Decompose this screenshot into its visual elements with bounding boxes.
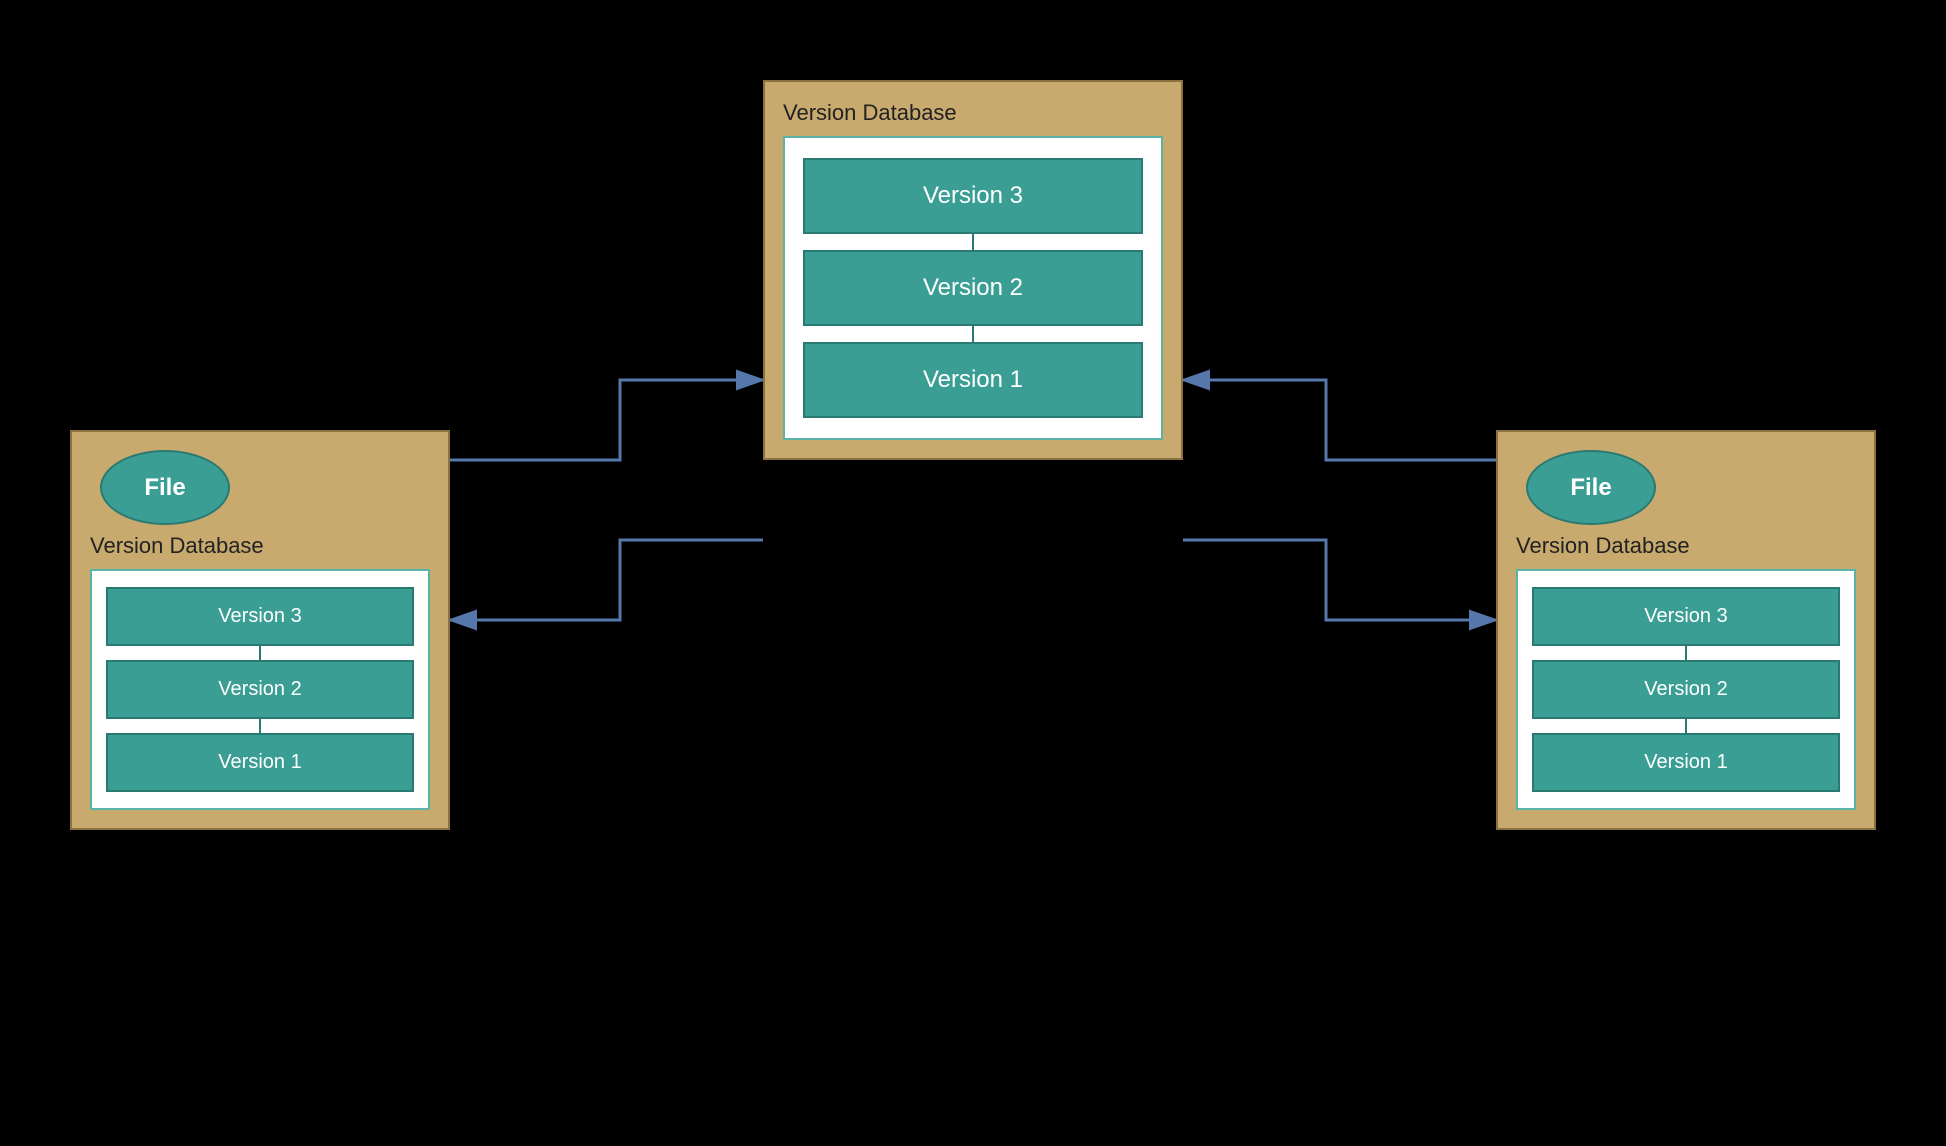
left-version-1: Version 1 xyxy=(106,733,414,792)
right-connector-2-1 xyxy=(1685,719,1687,733)
arrow-right-to-center xyxy=(1183,540,1496,620)
right-version-database: File Version Database Version 3 Version … xyxy=(1496,430,1876,830)
right-file-oval: File xyxy=(1526,450,1656,525)
left-box-title: Version Database xyxy=(90,533,264,559)
center-version-3: Version 3 xyxy=(803,158,1143,234)
arrow-left-to-center xyxy=(450,540,763,620)
center-connector-3-2 xyxy=(972,234,974,250)
center-version-1: Version 1 xyxy=(803,342,1143,418)
left-inner-container: Version 3 Version 2 Version 1 xyxy=(90,569,430,810)
diagram-container: Version Database Version 3 Version 2 Ver… xyxy=(0,0,1946,1146)
right-connector-3-2 xyxy=(1685,646,1687,660)
left-connector-2-1 xyxy=(259,719,261,733)
left-version-3: Version 3 xyxy=(106,587,414,646)
center-version-database: Version Database Version 3 Version 2 Ver… xyxy=(763,80,1183,460)
left-version-database: File Version Database Version 3 Version … xyxy=(70,430,450,830)
center-version-2: Version 2 xyxy=(803,250,1143,326)
center-inner-container: Version 3 Version 2 Version 1 xyxy=(783,136,1163,440)
arrow-center-to-right xyxy=(1183,380,1496,460)
left-version-2: Version 2 xyxy=(106,660,414,719)
center-connector-2-1 xyxy=(972,326,974,342)
arrow-center-to-left xyxy=(450,380,763,460)
right-version-2: Version 2 xyxy=(1532,660,1840,719)
right-version-3: Version 3 xyxy=(1532,587,1840,646)
center-box-title: Version Database xyxy=(783,100,957,126)
right-box-title: Version Database xyxy=(1516,533,1690,559)
right-version-1: Version 1 xyxy=(1532,733,1840,792)
left-file-oval: File xyxy=(100,450,230,525)
right-inner-container: Version 3 Version 2 Version 1 xyxy=(1516,569,1856,810)
left-connector-3-2 xyxy=(259,646,261,660)
